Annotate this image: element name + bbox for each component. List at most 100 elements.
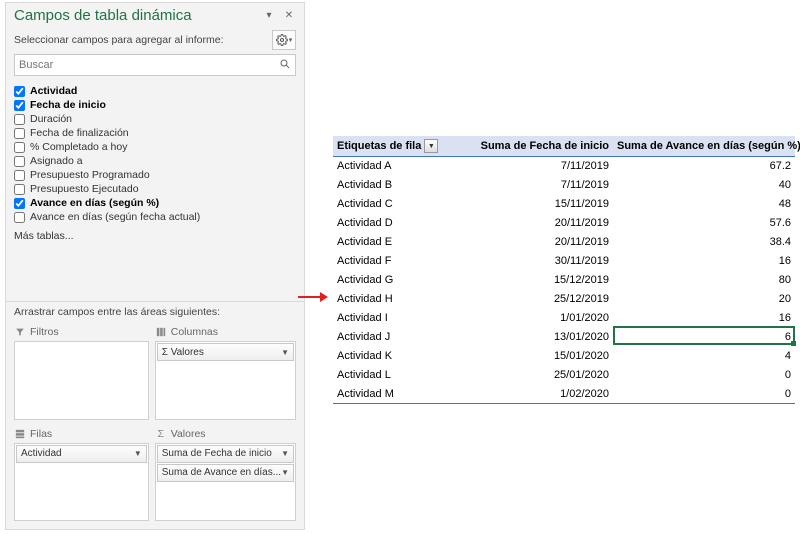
field-checkbox[interactable] [14,142,25,153]
date-cell[interactable]: 20/11/2019 [458,233,613,252]
field-checkbox[interactable] [14,170,25,181]
date-cell[interactable]: 7/11/2019 [458,157,613,176]
value-cell[interactable]: 48 [613,195,795,214]
table-row[interactable]: Actividad L25/01/20200 [333,366,795,385]
table-row[interactable]: Actividad H25/12/201920 [333,290,795,309]
value-cell[interactable]: 20 [613,290,795,309]
field-checkbox[interactable] [14,212,25,223]
table-row[interactable]: Actividad D20/11/201957.6 [333,214,795,233]
area-pill-label: Σ Valores [162,347,204,358]
table-row[interactable]: Actividad J13/01/20206 [333,328,795,347]
row-label-cell[interactable]: Actividad M [333,385,458,404]
value-cell[interactable]: 0 [613,366,795,385]
field-item[interactable]: Avance en días (según fecha actual) [14,210,296,224]
rowlabels-dropdown-button[interactable]: ▼ [424,139,438,153]
area-pill[interactable]: Suma de Fecha de inicio▼ [157,445,294,463]
pivot-header-rowlabels[interactable]: Etiquetas de fila▼ [333,136,458,157]
area-valores-title: Valores [171,428,206,440]
row-label-cell[interactable]: Actividad H [333,290,458,309]
field-item[interactable]: Presupuesto Ejecutado [14,182,296,196]
date-cell[interactable]: 30/11/2019 [458,252,613,271]
table-row[interactable]: Actividad M1/02/20200 [333,385,795,404]
value-cell[interactable]: 57.6 [613,214,795,233]
row-label-cell[interactable]: Actividad D [333,214,458,233]
search-box[interactable] [14,54,296,76]
table-row[interactable]: Actividad I1/01/202016 [333,309,795,328]
field-label: Avance en días (según fecha actual) [30,211,200,223]
row-label-cell[interactable]: Actividad E [333,233,458,252]
field-item[interactable]: Fecha de inicio [14,98,296,112]
date-cell[interactable]: 15/12/2019 [458,271,613,290]
field-item[interactable]: Asignado a [14,154,296,168]
search-input[interactable] [19,59,279,71]
row-label-cell[interactable]: Actividad C [333,195,458,214]
panel-dropdown-icon[interactable]: ▾ [262,9,276,23]
value-cell[interactable]: 16 [613,309,795,328]
value-cell[interactable]: 4 [613,347,795,366]
row-label-cell[interactable]: Actividad G [333,271,458,290]
field-item[interactable]: Actividad [14,84,296,98]
panel-subtitle-row: Seleccionar campos para agregar al infor… [6,26,304,54]
table-row[interactable]: Actividad B7/11/201940 [333,176,795,195]
field-item[interactable]: Avance en días (según %) [14,196,296,210]
date-cell[interactable]: 15/01/2020 [458,347,613,366]
field-checkbox[interactable] [14,128,25,139]
value-cell[interactable]: 67.2 [613,157,795,176]
date-cell[interactable]: 20/11/2019 [458,214,613,233]
area-pill-label: Actividad [21,448,62,459]
value-cell[interactable]: 0 [613,385,795,404]
field-item[interactable]: Duración [14,112,296,126]
panel-close-icon[interactable]: ✕ [282,9,296,23]
date-cell[interactable]: 1/01/2020 [458,309,613,328]
date-cell[interactable]: 7/11/2019 [458,176,613,195]
table-row[interactable]: Actividad C15/11/201948 [333,195,795,214]
area-filtros-body[interactable] [14,341,149,420]
row-label-cell[interactable]: Actividad B [333,176,458,195]
row-label-cell[interactable]: Actividad A [333,157,458,176]
value-cell[interactable]: 38.4 [613,233,795,252]
field-label: Duración [30,113,72,125]
field-item[interactable]: % Completado a hoy [14,140,296,154]
area-pill-label: Suma de Fecha de inicio [162,448,272,459]
date-cell[interactable]: 1/02/2020 [458,385,613,404]
field-item[interactable]: Presupuesto Programado [14,168,296,182]
field-checkbox[interactable] [14,156,25,167]
field-checkbox[interactable] [14,100,25,111]
field-list: ActividadFecha de inicioDuraciónFecha de… [6,82,304,226]
date-cell[interactable]: 15/11/2019 [458,195,613,214]
field-checkbox[interactable] [14,198,25,209]
area-pill[interactable]: Actividad▼ [16,445,147,463]
area-filas-body[interactable]: Actividad▼ [14,443,149,522]
field-checkbox[interactable] [14,114,25,125]
value-cell[interactable]: 40 [613,176,795,195]
row-label-cell[interactable]: Actividad K [333,347,458,366]
area-pill[interactable]: Suma de Avance en días...▼ [157,464,294,482]
row-label-cell[interactable]: Actividad I [333,309,458,328]
area-pill[interactable]: Σ Valores▼ [157,343,294,361]
value-cell[interactable]: 6 [613,328,795,347]
table-row[interactable]: Actividad F30/11/201916 [333,252,795,271]
pivot-table[interactable]: Etiquetas de fila▼ Suma de Fecha de inic… [333,136,795,404]
field-checkbox[interactable] [14,184,25,195]
area-filtros: Filtros [14,324,149,420]
pivot-header-col1[interactable]: Suma de Fecha de inicio [458,136,613,157]
table-row[interactable]: Actividad G15/12/201980 [333,271,795,290]
value-cell[interactable]: 80 [613,271,795,290]
row-label-cell[interactable]: Actividad L [333,366,458,385]
table-row[interactable]: Actividad E20/11/201938.4 [333,233,795,252]
panel-settings-button[interactable]: ▾ [272,30,296,50]
more-tables-link[interactable]: Más tablas... [6,226,304,246]
area-valores-body[interactable]: Suma de Fecha de inicio▼Suma de Avance e… [155,443,296,522]
field-item[interactable]: Fecha de finalización [14,126,296,140]
table-row[interactable]: Actividad K15/01/20204 [333,347,795,366]
pivot-header-col2[interactable]: Suma de Avance en días (según %) [613,136,795,157]
date-cell[interactable]: 13/01/2020 [458,328,613,347]
date-cell[interactable]: 25/01/2020 [458,366,613,385]
field-checkbox[interactable] [14,86,25,97]
row-label-cell[interactable]: Actividad J [333,328,458,347]
date-cell[interactable]: 25/12/2019 [458,290,613,309]
table-row[interactable]: Actividad A7/11/201967.2 [333,157,795,176]
row-label-cell[interactable]: Actividad F [333,252,458,271]
value-cell[interactable]: 16 [613,252,795,271]
area-columnas-body[interactable]: Σ Valores▼ [155,341,296,420]
